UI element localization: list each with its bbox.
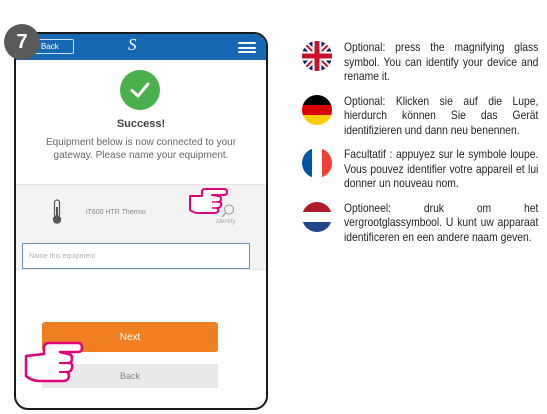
equipment-row: iT600 HTR Thermo Identify [16,184,266,270]
step-number-badge: 7 [4,24,40,60]
de-flag-icon [302,94,332,125]
thermometer-icon [50,199,64,225]
success-message: Equipment below is now connected to your… [45,137,237,161]
pointing-hand-icon [24,340,84,391]
instruction-text: Optional: press the magnifying glass sym… [344,40,539,83]
instruction-french: Facultatif : appuyez sur le symbole loup… [298,147,542,191]
app-header: Back S [16,34,266,60]
success-title: Success! [116,118,166,130]
success-check-icon [120,70,160,110]
instruction-text: Optioneel: druk om het vergrootglassymbo… [344,200,539,244]
instruction-text: Optional: Klicken sie auf die Lupe, hier… [344,93,539,137]
uk-flag-icon [302,41,332,71]
instruction-text: Facultatif : appuyez sur le symbole loup… [344,147,539,190]
instruction-english: Optional: press the magnifying glass sym… [298,40,542,84]
equipment-name-input[interactable] [22,243,250,269]
salus-s-logo-icon: S [128,35,137,54]
equipment-name: iT600 HTR Thermo [86,209,146,216]
instruction-german: Optional: Klicken sie auf die Lupe, hier… [298,94,542,138]
hamburger-menu-icon[interactable] [238,42,256,53]
nl-flag-icon [302,201,332,232]
fr-flag-icon [302,148,332,178]
instruction-list: Optional: press the magnifying glass sym… [298,40,542,254]
pointing-hand-icon [188,186,228,221]
instruction-dutch: Optioneel: druk om het vergrootglassymbo… [298,201,542,245]
